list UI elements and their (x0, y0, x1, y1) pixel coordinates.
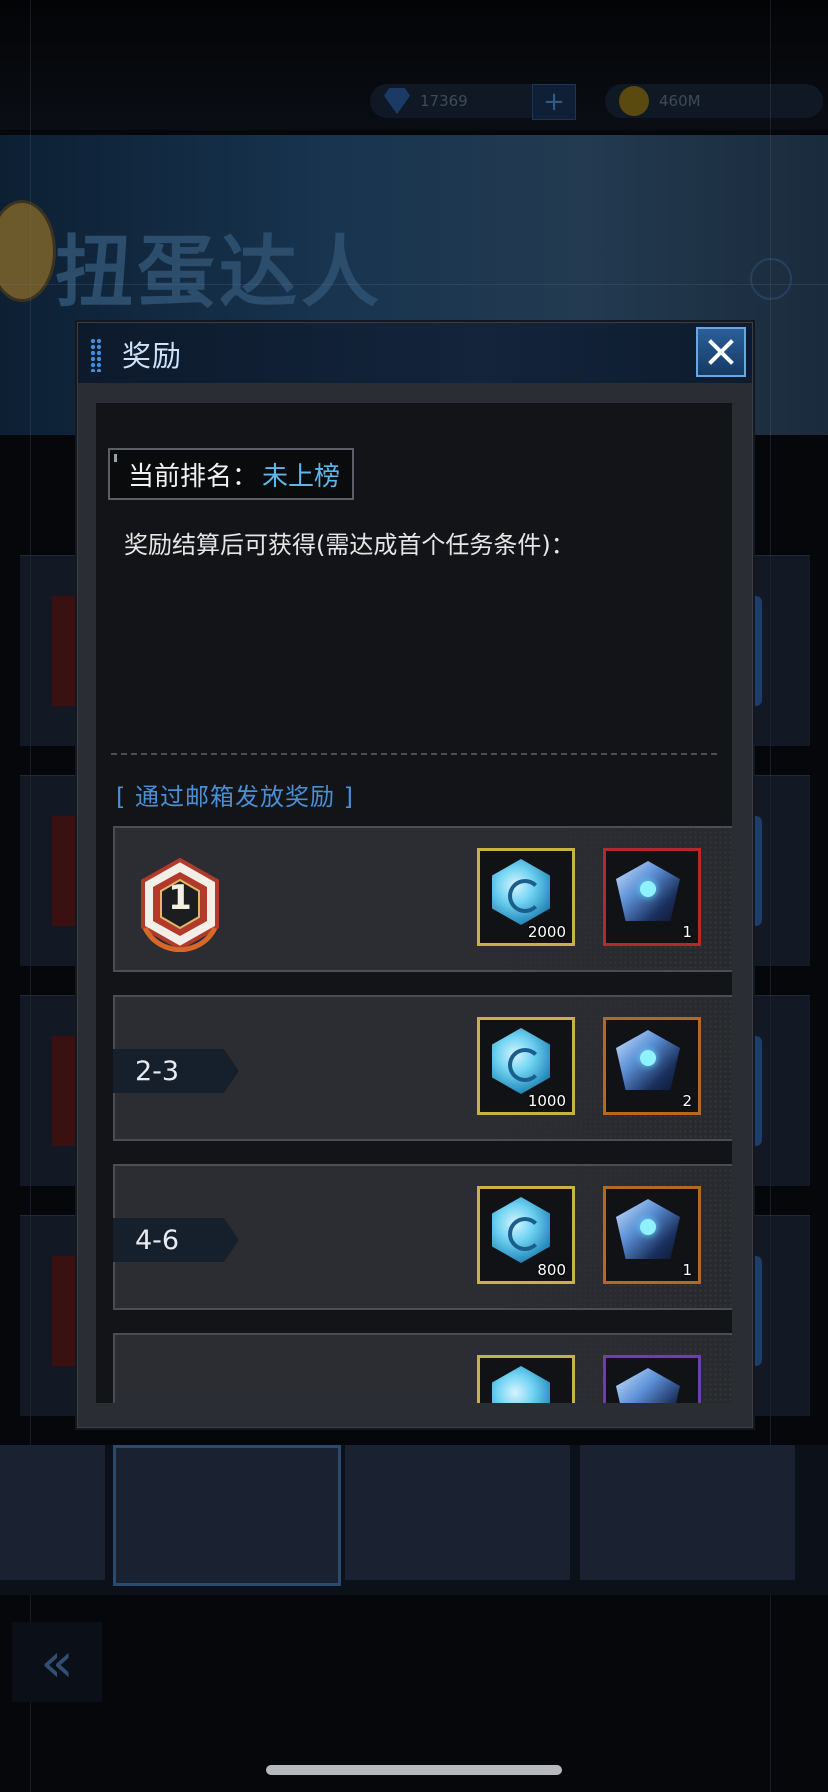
reward-tier: 1 2000 1 (113, 826, 732, 972)
coin-currency: 460M (605, 84, 823, 118)
back-button[interactable]: « (12, 1622, 102, 1702)
dialog-title: 奖励 (122, 339, 183, 373)
item-quantity: 1 (682, 923, 692, 941)
coin-icon (619, 86, 649, 116)
banner-title: 扭蛋达人 (55, 228, 384, 318)
reward-item[interactable]: 1 (603, 848, 701, 946)
target-icon (750, 258, 792, 300)
mail-note: [ 通过邮箱发放奖励 ] (116, 777, 354, 812)
gem-currency: 17369 (370, 84, 548, 118)
energy-cube-icon (616, 1368, 680, 1403)
current-rank-box: 当前排名： 未上榜 (108, 448, 355, 500)
rank-range-tag: 2-3 (113, 1049, 239, 1093)
reward-item[interactable]: 1000 (477, 1017, 575, 1115)
item-quantity: 1 (682, 1261, 692, 1279)
rank-range-tag: 4-6 (113, 1218, 239, 1262)
reward-item[interactable]: 800 (477, 1186, 575, 1284)
reward-item[interactable]: 1 (603, 1186, 701, 1284)
add-gem-button[interactable]: + (532, 84, 576, 120)
reward-description: 奖励结算后可获得(需达成首个任务条件)： (124, 531, 575, 559)
crystal-gem-icon (492, 1366, 550, 1403)
dashed-divider (111, 753, 717, 755)
double-chevron-left-icon: « (40, 1630, 74, 1694)
rank-number: 1 (168, 878, 192, 918)
rank-label: 当前排名： (128, 461, 259, 492)
close-button[interactable] (696, 327, 746, 377)
rank-value: 未上榜 (262, 461, 341, 492)
bracket-close: ] (343, 783, 355, 811)
dialog-header: 奖励 (78, 323, 752, 383)
reward-dialog: 奖励 当前排名： 未上榜 奖励结算后可获得(需达成首个任务条件)： [ 通过邮箱… (77, 322, 753, 1428)
item-quantity: 2000 (527, 923, 566, 941)
reward-item[interactable]: 2 (603, 1017, 701, 1115)
dialog-body: 当前排名： 未上榜 奖励结算后可获得(需达成首个任务条件)： [ 通过邮箱发放奖… (96, 403, 732, 1403)
coin-amount: 460M (659, 92, 701, 110)
reward-item[interactable] (477, 1355, 575, 1403)
reward-tier (113, 1333, 732, 1403)
close-icon (708, 339, 734, 365)
bracket-open: [ (116, 783, 127, 811)
bottom-tab[interactable] (580, 1445, 795, 1580)
gem-amount: 17369 (420, 92, 468, 110)
bottom-tab[interactable] (345, 1445, 570, 1580)
rank-medal-icon: 1 (135, 856, 225, 953)
item-quantity: 2 (682, 1092, 692, 1110)
mail-note-text: 通过邮箱发放奖励 (135, 783, 336, 811)
home-indicator[interactable] (266, 1765, 562, 1775)
gem-icon (384, 88, 410, 114)
grid-line (0, 284, 828, 285)
bottom-tab[interactable] (113, 1445, 341, 1586)
reward-tier: 4-6 800 1 (113, 1164, 732, 1310)
bottom-tab[interactable] (0, 1445, 105, 1580)
item-quantity: 1000 (527, 1092, 566, 1110)
item-quantity: 800 (537, 1261, 566, 1279)
header-dots-icon (90, 338, 102, 372)
corner-tick (114, 454, 117, 462)
reward-item[interactable] (603, 1355, 701, 1403)
reward-item[interactable]: 2000 (477, 848, 575, 946)
reward-tier: 2-3 1000 2 (113, 995, 732, 1141)
